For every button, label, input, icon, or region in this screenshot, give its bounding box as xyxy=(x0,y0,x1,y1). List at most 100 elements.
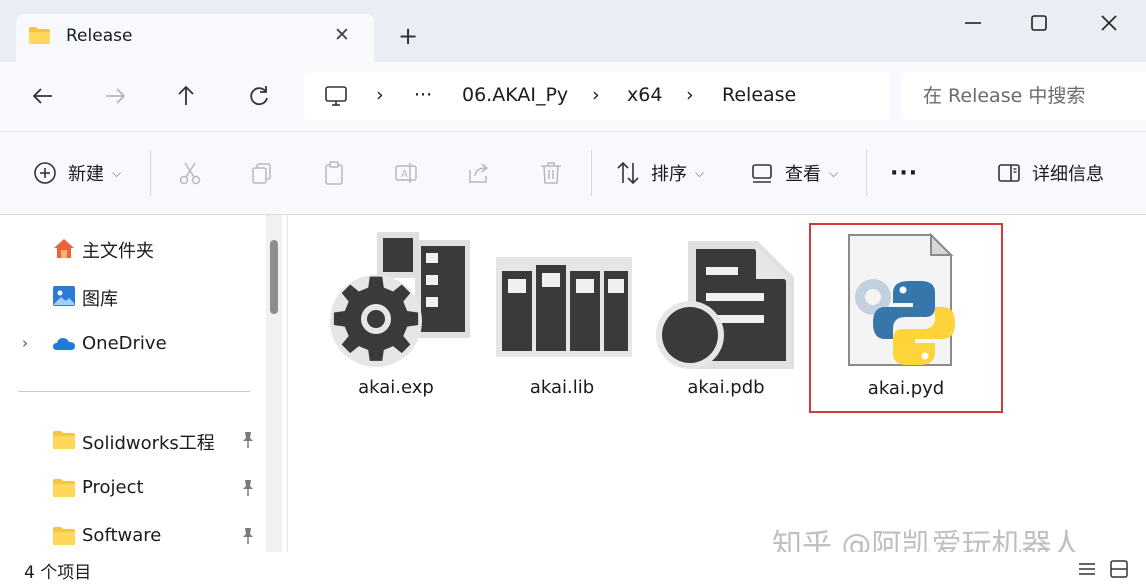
navigation-pane: 主文件夹 图库 › OneDrive Solidworks工程 Project … xyxy=(0,215,268,552)
breadcrumb-x64[interactable]: x64 xyxy=(627,84,662,106)
rename-button[interactable]: A xyxy=(393,158,419,188)
details-view-icon[interactable] xyxy=(1076,558,1098,580)
sidebar-scrollbar-thumb[interactable] xyxy=(270,240,278,314)
sidebar-item-label: Solidworks工程 xyxy=(82,433,215,454)
command-bar: 新建 ⌵ A 排序 ⌵ 查看 ⌵ ··· 详细信息 xyxy=(0,131,1146,215)
breadcrumb-overflow-button[interactable]: ··· xyxy=(414,84,432,106)
view-button[interactable]: 查看 ⌵ xyxy=(749,158,838,188)
home-icon xyxy=(54,239,74,258)
view-label: 查看 xyxy=(785,164,821,185)
refresh-icon xyxy=(250,86,268,106)
sidebar-item-label: Software xyxy=(82,525,162,546)
arrow-right-icon xyxy=(106,88,126,104)
expand-chevron-icon[interactable]: › xyxy=(22,334,28,352)
item-count: 4 个项目 xyxy=(24,563,92,583)
search-box[interactable] xyxy=(901,72,1146,120)
more-options-button[interactable]: ··· xyxy=(890,158,918,188)
delete-button[interactable] xyxy=(538,158,564,188)
toolbar-divider xyxy=(150,150,151,196)
gallery-icon xyxy=(53,286,75,306)
share-icon xyxy=(469,163,489,183)
exp-file-icon xyxy=(330,232,470,367)
breadcrumb-06-akai-py[interactable]: 06.AKAI_Py xyxy=(462,84,568,106)
file-item-pyd[interactable]: akai.pyd xyxy=(809,223,1003,413)
more-icon: ··· xyxy=(890,160,919,186)
chevron-down-icon: ⌵ xyxy=(112,165,122,180)
file-item-exp[interactable]: akai.exp xyxy=(312,225,480,411)
pdb-file-icon xyxy=(656,241,794,369)
file-name: akai.lib xyxy=(529,377,595,398)
close-window-button[interactable] xyxy=(1098,12,1120,34)
python-file-icon xyxy=(848,232,955,366)
details-label: 详细信息 xyxy=(1032,164,1104,185)
sidebar-item-label: Project xyxy=(82,477,144,498)
folder-icon xyxy=(53,527,75,545)
file-name: akai.pyd xyxy=(867,378,945,399)
plus-circle-icon xyxy=(34,162,56,184)
sidebar-item-project[interactable]: Project xyxy=(0,471,268,507)
onedrive-icon xyxy=(53,338,75,350)
arrow-left-icon xyxy=(32,88,52,104)
file-name: akai.pdb xyxy=(687,377,765,398)
folder-icon xyxy=(29,27,50,44)
view-icon xyxy=(752,164,772,183)
minimize-button[interactable] xyxy=(962,12,984,34)
clipboard-icon xyxy=(325,161,343,185)
details-pane-icon xyxy=(998,164,1020,182)
chevron-down-icon: ⌵ xyxy=(829,165,839,180)
sidebar-item-label: 主文件夹 xyxy=(82,241,154,262)
pin-icon[interactable] xyxy=(240,479,256,497)
pin-icon[interactable] xyxy=(240,527,256,545)
status-bar: 4 个项目 xyxy=(0,552,1146,588)
file-item-pdb[interactable]: akai.pdb xyxy=(642,225,810,411)
breadcrumb-separator: › xyxy=(686,84,694,106)
tab-release[interactable]: Release ✕ xyxy=(16,14,374,62)
sidebar-item-label: 图库 xyxy=(82,289,118,310)
toolbar-divider xyxy=(591,150,592,196)
sort-icon xyxy=(617,161,639,185)
sidebar-item-home[interactable]: 主文件夹 xyxy=(0,231,268,267)
copy-button[interactable] xyxy=(249,158,275,188)
arrow-up-icon xyxy=(178,85,194,105)
tab-close-button[interactable]: ✕ xyxy=(332,25,352,45)
chevron-down-icon: ⌵ xyxy=(695,165,705,180)
up-button[interactable] xyxy=(173,83,199,109)
breadcrumb-separator: › xyxy=(592,84,600,106)
paste-button[interactable] xyxy=(321,158,347,188)
new-button[interactable]: 新建 ⌵ xyxy=(32,158,121,188)
folder-icon xyxy=(53,431,75,449)
toolbar-divider xyxy=(866,150,867,196)
sidebar-item-software[interactable]: Software xyxy=(0,519,268,555)
address-bar[interactable]: › ··· 06.AKAI_Py › x64 › Release xyxy=(304,72,890,120)
maximize-button[interactable] xyxy=(1028,12,1050,34)
scissors-icon xyxy=(179,162,201,185)
title-bar: Release ✕ + xyxy=(0,0,1146,62)
sidebar-item-onedrive[interactable]: › OneDrive xyxy=(0,327,268,363)
refresh-button[interactable] xyxy=(246,83,272,109)
share-button[interactable] xyxy=(466,158,492,188)
new-tab-button[interactable]: + xyxy=(396,24,420,48)
sidebar-divider xyxy=(18,391,250,392)
trash-icon xyxy=(541,162,561,184)
breadcrumb-release[interactable]: Release xyxy=(722,84,796,106)
sort-button[interactable]: 排序 ⌵ xyxy=(615,158,704,188)
sidebar-item-gallery[interactable]: 图库 xyxy=(0,279,268,315)
computer-icon xyxy=(325,86,347,106)
forward-button[interactable] xyxy=(102,83,128,109)
new-label: 新建 xyxy=(68,164,104,185)
copy-icon xyxy=(252,163,271,184)
large-icons-view-icon[interactable] xyxy=(1108,558,1130,580)
details-button[interactable]: 详细信息 xyxy=(996,158,1104,188)
rename-icon: A xyxy=(395,163,417,183)
breadcrumb-separator: › xyxy=(376,84,384,106)
cut-button[interactable] xyxy=(177,158,203,188)
pin-icon[interactable] xyxy=(240,431,256,449)
navigation-row: › ··· 06.AKAI_Py › x64 › Release xyxy=(0,62,1146,131)
sidebar-item-solidworks[interactable]: Solidworks工程 xyxy=(0,423,268,459)
sidebar-item-label: OneDrive xyxy=(82,333,167,354)
back-button[interactable] xyxy=(30,83,56,109)
pane-divider xyxy=(287,215,288,552)
sort-label: 排序 xyxy=(651,164,687,185)
search-input[interactable] xyxy=(901,72,1146,120)
file-item-lib[interactable]: akai.lib xyxy=(478,225,646,411)
